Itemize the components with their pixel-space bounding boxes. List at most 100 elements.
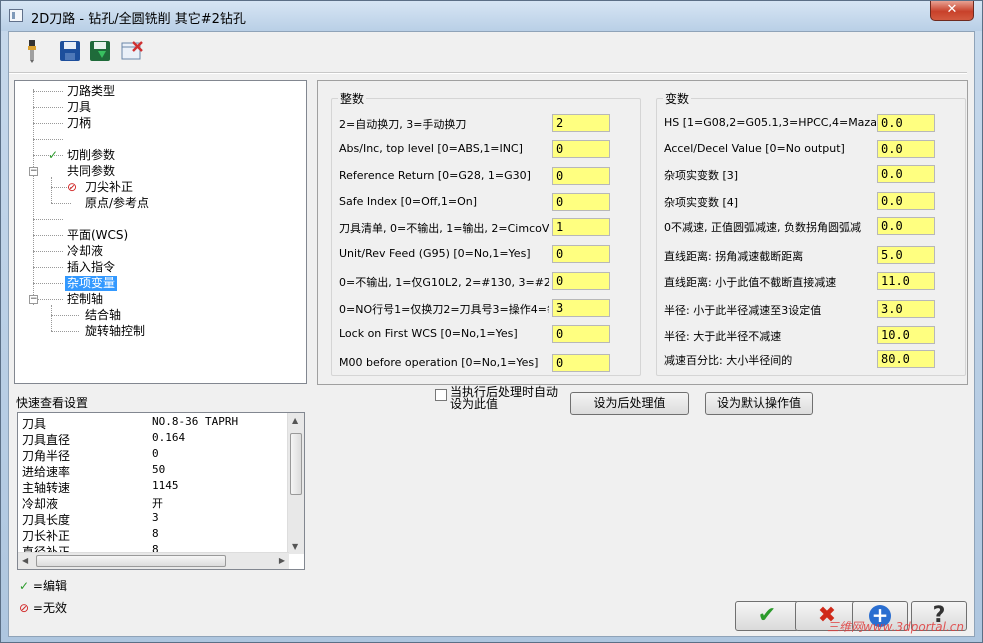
real-param-field[interactable]: 0.0 [877,114,935,132]
tree-item-tip-comp[interactable]: 刀尖补正 [85,180,133,195]
close-button[interactable]: ✕ [930,1,974,21]
quickview-list: 刀具 NO.8-36 TAPRH 刀具直径 0.164 刀角半径 0 进给速率 50 主… [17,412,305,570]
int-param-field[interactable]: 0 [552,325,610,343]
tree-item-rotary-axis[interactable]: 旋转轴控制 [85,324,145,339]
real-param-label: Accel/Decel Value [0=No output] [664,142,845,155]
tree-guide [51,305,52,331]
title-bar: 2D刀路 - 钻孔/全圆铣削 其它#2钻孔 ✕ [1,1,982,31]
tree-item-axis-control[interactable]: 控制轴 [67,292,103,307]
tree-guide [33,235,63,236]
invalid-icon: ⊘ [67,180,78,194]
quickview-title: 快速查看设置 [16,396,89,410]
int-param-field[interactable]: 3 [552,299,610,317]
reals-title: 变数 [663,90,692,107]
scroll-left-icon[interactable]: ◀ [22,556,28,565]
vertical-scrollbar[interactable]: ▲ ▼ [287,413,304,554]
scroll-thumb[interactable] [290,433,302,495]
real-param-field[interactable]: 11.0 [877,272,935,290]
invalid-icon: ⊘ [19,601,30,615]
tree-guide [33,89,34,305]
set-default-values-button[interactable]: 设为默认操作值 [705,392,813,415]
horizontal-scrollbar[interactable]: ◀ ▶ [18,552,289,569]
tree-guide [33,123,63,124]
delete-icon[interactable] [119,38,145,64]
tree-item-canned-text[interactable]: 插入指令 [67,260,115,275]
window-icon [9,9,23,22]
scroll-down-icon[interactable]: ▼ [292,542,298,551]
legend-invalid: ⊘ =无效 [19,599,67,616]
int-param-field[interactable]: 0 [552,167,610,185]
real-param-field[interactable]: 10.0 [877,326,935,344]
tree-guide [33,139,63,140]
tree-guide [51,331,79,332]
int-param-field[interactable]: 1 [552,218,610,236]
tree-item-tool[interactable]: 刀具 [67,100,91,115]
scroll-up-icon[interactable]: ▲ [292,416,298,425]
real-param-field[interactable]: 5.0 [877,246,935,264]
int-param-label: 2=自动换刀, 3=手动换刀 [339,118,467,131]
window-title: 2D刀路 - 钻孔/全圆铣削 其它#2钻孔 [31,12,246,27]
tree-guide [33,251,63,252]
scroll-right-icon[interactable]: ▶ [279,556,285,565]
collapse-icon[interactable]: − [29,295,38,304]
int-param-label: Safe Index [0=Off,1=On] [339,195,478,208]
tree-guide [33,91,63,92]
tree-item-cut-params[interactable]: 切削参数 [67,148,115,163]
tree-item-home-ref[interactable]: 原点/参考点 [85,196,149,211]
tree-item-coolant[interactable]: 冷却液 [67,244,103,259]
tree-item-holder[interactable]: 刀柄 [67,116,91,131]
tree-guide [33,267,63,268]
int-param-label: 0=不输出, 1=仅G10L2, 2=#130, 3=#24 [339,276,549,289]
save-as-icon[interactable] [87,38,113,64]
int-param-field[interactable]: 0 [552,245,610,263]
real-param-label: 减速百分比: 大小半径间的 [664,354,793,367]
int-param-field[interactable]: 0 [552,272,610,290]
int-param-label: 刀具清单, 0=不输出, 1=输出, 2=CimcoV7 [339,222,549,235]
real-param-label: 半径: 小于此半径减速至3设定值 [664,304,822,317]
tree-guide [33,107,63,108]
int-param-field[interactable]: 0 [552,354,610,372]
real-param-label: 杂项实变数 [4] [664,196,739,209]
tree-item-axis-combo[interactable]: 结合轴 [85,308,121,323]
real-param-label: 半径: 大于此半径不减速 [664,330,782,343]
save-icon[interactable] [57,38,83,64]
real-param-label: 杂项实变数 [3] [664,169,739,182]
real-param-field[interactable]: 3.0 [877,300,935,318]
parameter-tree: − − 刀路类型 刀具 刀柄 ✓ 切削参数 共同参数 ⊘ 刀尖补正 原点/参考点… [14,80,307,384]
tree-item-misc-values[interactable]: 杂项变量 [65,276,118,291]
int-param-field[interactable]: 2 [552,114,610,132]
integers-title: 整数 [338,90,367,107]
tree-guide [51,177,52,203]
real-param-field[interactable]: 80.0 [877,350,935,368]
real-param-field[interactable]: 0.0 [877,140,935,158]
dialog-client: − − 刀路类型 刀具 刀柄 ✓ 切削参数 共同参数 ⊘ 刀尖补正 原点/参考点… [8,31,975,637]
real-param-field[interactable]: 0.0 [877,165,935,183]
int-param-field[interactable]: 0 [552,140,610,158]
int-param-label: Unit/Rev Feed (G95) [0=No,1=Yes] [339,247,531,260]
misc-values-panel: 整数 2=自动换刀, 3=手动换刀 2 Abs/Inc, top level [… [317,80,968,385]
real-param-label: 直线距离: 拐角减速截断距离 [664,250,804,263]
scroll-thumb[interactable] [36,555,226,567]
int-param-field[interactable]: 0 [552,193,610,211]
ok-button[interactable]: ✔ [735,601,799,631]
tree-guide [33,283,63,284]
real-param-label: 0不减速, 正值圆弧减速, 负数拐角圆弧减 [664,221,861,234]
reals-group: 变数 HS [1=G08,2=G05.1,3=HPCC,4=Mazak,5= 0… [656,90,966,376]
tree-guide [33,219,63,220]
real-param-label: 直线距离: 小于此值不截断直接减速 [664,276,837,289]
real-param-field[interactable]: 0.0 [877,217,935,235]
tree-item-toolpath-type[interactable]: 刀路类型 [67,84,115,99]
real-param-label: HS [1=G08,2=G05.1,3=HPCC,4=Mazak,5= [664,116,876,129]
tree-item-planes[interactable]: 平面(WCS) [67,228,128,243]
integers-group: 整数 2=自动换刀, 3=手动换刀 2 Abs/Inc, top level [… [331,90,641,376]
collapse-icon[interactable]: − [29,167,38,176]
tree-guide [51,315,79,316]
real-param-field[interactable]: 0.0 [877,192,935,210]
check-icon: ✓ [48,148,59,162]
set-post-values-button[interactable]: 设为后处理值 [570,392,689,415]
tree-item-linking[interactable]: 共同参数 [67,164,115,179]
auto-set-checkbox[interactable] [435,389,447,401]
tool-icon[interactable] [19,38,45,64]
int-param-label: 0=NO行号1=仅换刀2=刀具号3=操作4=每行 [339,303,549,316]
auto-set-label: 当执行后处理时自动设为此值 [450,385,559,411]
